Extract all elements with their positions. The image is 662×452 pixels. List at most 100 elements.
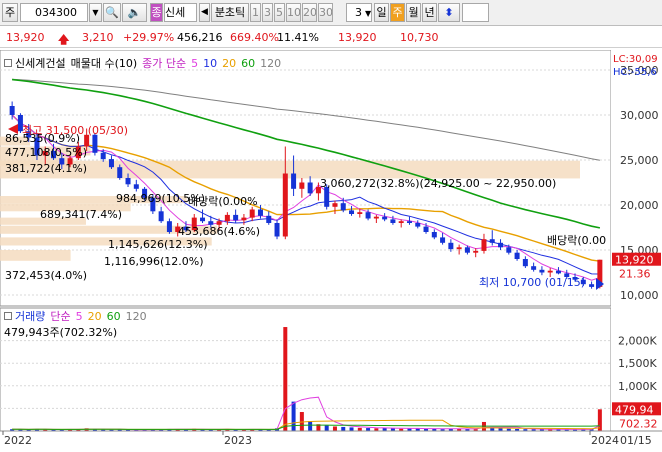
tick-button[interactable]: 분초틱 bbox=[211, 3, 249, 22]
period-button-20[interactable]: 20 bbox=[302, 3, 317, 22]
volume-bar bbox=[332, 426, 337, 431]
candle-body bbox=[166, 221, 172, 232]
volume-profile-label: 372,453(4.0%) bbox=[5, 269, 87, 282]
candle-body bbox=[349, 210, 355, 214]
frame-button-3[interactable]: 년 bbox=[422, 3, 437, 22]
volume-current-value: 479,943주(702.32%) bbox=[4, 326, 118, 339]
candle-body bbox=[200, 217, 206, 222]
volume-ma-label: 단순 bbox=[50, 310, 71, 323]
candle-body bbox=[291, 173, 297, 189]
trade-volume: 456,216 bbox=[177, 31, 223, 44]
code-dropdown[interactable]: ▼ bbox=[89, 3, 102, 22]
current-price-value: 13,920 bbox=[615, 254, 654, 267]
chevron-down-icon: ▼ bbox=[92, 8, 99, 17]
extra-input[interactable] bbox=[462, 3, 489, 22]
candle-body bbox=[448, 242, 454, 250]
period-button-10[interactable]: 10 bbox=[286, 3, 301, 22]
related-button[interactable]: 종 bbox=[150, 3, 163, 22]
search-button[interactable]: 🔍 bbox=[103, 3, 121, 22]
candle-body bbox=[233, 214, 239, 221]
current-price-pct: 21.36 bbox=[619, 268, 651, 281]
candle-body bbox=[481, 239, 487, 251]
dividend-annotation: 배당락(0.00% bbox=[188, 195, 258, 208]
prev-button[interactable]: ◀ bbox=[199, 3, 210, 22]
high-annotation: 최고 31,500 (05/30) bbox=[22, 124, 128, 137]
candle-body bbox=[249, 209, 255, 218]
stock-chart[interactable]: 35,00030,00025,00020,00015,00010,0002,00… bbox=[0, 50, 662, 452]
turnover-rate: 11.41% bbox=[277, 31, 319, 44]
candle-body bbox=[117, 167, 123, 178]
period-button-5[interactable]: 5 bbox=[274, 3, 285, 22]
current-volume-pct: 702.32 bbox=[619, 417, 658, 430]
legend-ma-120: 120 bbox=[260, 57, 282, 70]
volume-profile-label: 453,686(4.6%) bbox=[178, 225, 260, 238]
code-input[interactable]: 034300 bbox=[20, 3, 88, 22]
candle-body bbox=[257, 209, 263, 216]
x-axis-label: 2022 bbox=[4, 434, 32, 447]
volume-axis-tick: 1,000K bbox=[618, 380, 657, 393]
candle-body bbox=[406, 221, 412, 223]
legend-ma-20: 20 bbox=[222, 57, 237, 70]
magnifier-icon: 🔍 bbox=[105, 6, 119, 19]
candle-body bbox=[340, 203, 346, 211]
x-axis-label: 2024 bbox=[591, 434, 619, 447]
frame-button-0[interactable]: 일 bbox=[374, 3, 389, 22]
candle-body bbox=[531, 266, 537, 270]
legend-ma-5: 5 bbox=[191, 57, 199, 70]
candle-body bbox=[274, 223, 280, 237]
candle-body bbox=[382, 216, 388, 220]
candle-body bbox=[589, 284, 595, 287]
volume-ma-20: 20 bbox=[87, 310, 102, 323]
legend-checkbox-icon[interactable] bbox=[4, 312, 12, 320]
legend-checkbox-icon[interactable] bbox=[4, 59, 12, 67]
candle-body bbox=[125, 178, 131, 185]
price-axis-tick: 30,000 bbox=[620, 109, 659, 122]
stock-name: 신세 bbox=[165, 6, 186, 19]
period-button-1[interactable]: 1 bbox=[250, 3, 261, 22]
volume-profile-label: 1,116,996(12.0%) bbox=[104, 255, 204, 268]
volume-axis-tick: 2,000K bbox=[618, 335, 657, 348]
candle-body bbox=[506, 247, 512, 253]
candle-body bbox=[522, 259, 528, 267]
lc-label: LC:30,09 bbox=[613, 54, 658, 65]
candle-body bbox=[547, 270, 553, 273]
legend-ma-label: 종가 단순 bbox=[142, 57, 187, 70]
candle-body bbox=[489, 239, 495, 243]
volume-bar bbox=[283, 327, 288, 431]
frame-button-2[interactable]: 월 bbox=[406, 3, 421, 22]
volume-profile-label: 381,722(4.1%) bbox=[5, 162, 87, 175]
volume-bar bbox=[324, 425, 329, 431]
candle-body bbox=[365, 212, 371, 219]
volume-axis-tick: 1,500K bbox=[618, 357, 657, 370]
market-select[interactable]: 주 bbox=[2, 3, 18, 22]
count-select[interactable]: 3 ▼ bbox=[346, 3, 372, 22]
volume-bar bbox=[349, 427, 354, 431]
updown-button[interactable]: ⬍ bbox=[438, 3, 460, 22]
volume-profile-label: 689,341(7.4%) bbox=[40, 208, 122, 221]
current-price: 13,920 bbox=[6, 31, 45, 44]
sound-button[interactable]: 🔈 bbox=[122, 3, 147, 22]
period-button-3[interactable]: 3 bbox=[262, 3, 273, 22]
volume-bar bbox=[341, 426, 346, 431]
price-axis-tick: 20,000 bbox=[620, 199, 659, 212]
volume-bar bbox=[308, 421, 313, 431]
legend-ma-60: 60 bbox=[241, 57, 256, 70]
price-axis-tick: 25,000 bbox=[620, 154, 659, 167]
candle-body bbox=[456, 247, 462, 250]
code-value: 034300 bbox=[35, 6, 77, 19]
market-label: 주 bbox=[4, 6, 16, 19]
count-value: 3 bbox=[355, 6, 362, 19]
candle-body bbox=[555, 270, 561, 274]
volume-legend-name: 거래량 bbox=[15, 310, 46, 323]
candle-body bbox=[464, 247, 470, 253]
candle-body bbox=[514, 252, 520, 259]
candle-body bbox=[282, 173, 288, 237]
volume-profile-bar bbox=[0, 250, 71, 261]
volume-profile-label: 1,145,626(12.3%) bbox=[108, 238, 208, 251]
legend-ma-10: 10 bbox=[203, 57, 218, 70]
candle-body bbox=[440, 237, 446, 243]
period-button-30[interactable]: 30 bbox=[318, 3, 333, 22]
candle-body bbox=[108, 159, 114, 168]
candle-body bbox=[299, 182, 305, 189]
frame-button-1[interactable]: 주 bbox=[390, 3, 405, 22]
